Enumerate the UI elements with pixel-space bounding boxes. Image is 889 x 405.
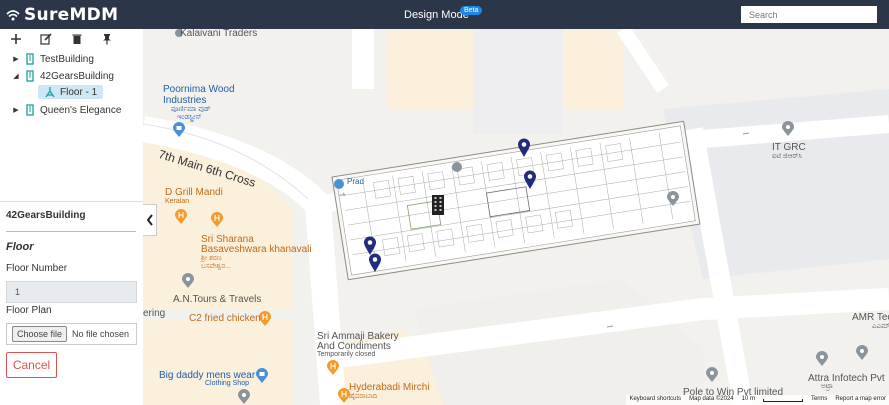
trash-icon [72,34,82,44]
keyboard-shortcuts-link[interactable]: Keyboard shortcuts [629,396,681,404]
shop-poi-icon[interactable] [172,122,186,138]
map-label: ering [143,308,166,319]
floor-number-input[interactable] [6,281,137,303]
map-label: Kalaivani Traders [180,29,258,39]
map-label: ಎಎಮ್‌ಆರ್ [872,323,889,330]
properties-panel: 42GearsBuilding Floor Floor Number Floor… [0,201,143,405]
map-label: Temporarily closed [317,351,376,358]
map-footer: Keyboard shortcuts Map data ©2024 10 m T… [626,395,889,405]
map-label: Hyderabadi Mirchi [349,382,430,393]
map-base [143,29,889,405]
wifi-logo-icon [6,10,20,21]
grey-poi-icon[interactable] [815,351,829,367]
search-input[interactable] [741,6,877,23]
map-label: Poornima Wood [163,84,235,95]
selected-floor[interactable]: Floor - 1 [38,85,104,99]
caret-right-icon[interactable]: ▶ [12,106,20,114]
brand-name: SureMDM [24,5,119,25]
caret-right-icon[interactable]: ▶ [12,55,20,63]
map-label: C2 fried chicken [189,313,261,324]
grey-poi-icon[interactable] [450,161,464,173]
map-label: ಬಸವೇಶ್ವರ... [201,263,231,270]
map-label: ಪೂರ್ಣಿಮಾ ವುಡ್ [171,106,211,113]
restaurant-poi-icon[interactable] [174,209,188,225]
map-label: Basaveshwara khanavali [201,244,312,255]
edit-icon [40,33,52,45]
cancel-button[interactable]: Cancel [6,352,57,378]
edit-button[interactable] [39,32,53,46]
map-label: Industries [163,95,207,106]
file-status: No file chosen [72,329,130,339]
caret-down-icon[interactable]: ◢ [12,72,20,80]
tree-item-label: Floor - 1 [60,86,98,98]
building-icon [26,53,34,65]
map-label: A.N.Tours & Travels [173,294,262,305]
map-label: Keralan [165,198,190,205]
grey-poi-icon[interactable] [855,345,869,361]
grey-poi-icon[interactable] [705,367,719,383]
grey-poi-icon[interactable] [237,389,251,405]
map-view[interactable]: Kalaivani Traders Poornima Wood Industri… [143,29,889,405]
properties-title: 42GearsBuilding [6,210,86,221]
beta-badge: Beta [460,6,483,15]
sidebar: ▶ TestBuilding ◢ 42GearsBuilding Floor -… [0,29,143,405]
building-icon [26,104,34,116]
map-label: IT GRC [772,142,806,153]
map-label: ಹೈದರಾಬಾದಿ [349,393,378,400]
choose-file-button[interactable]: Choose file [12,326,68,342]
grey-poi-icon[interactable] [181,273,195,289]
building-marker-icon[interactable] [431,194,445,216]
shop-poi-icon[interactable] [255,368,269,384]
brand-logo: SureMDM [6,5,118,25]
plus-icon [11,34,21,44]
tree-item-42gearsbuilding[interactable]: ◢ 42GearsBuilding [12,68,114,84]
tree-item-label: Queen's Elegance [40,104,122,116]
map-label: ಅಟ್ರಾ [821,383,833,390]
floor-number-label: Floor Number [6,263,68,274]
grey-poi-icon[interactable] [781,121,795,137]
map-label: AMR Tec [852,312,889,323]
top-bar: SureMDM Design Mode Beta [0,0,889,29]
section-heading: Floor [6,241,34,253]
tree-item-queens-elegance[interactable]: ▶ Queen's Elegance [12,102,121,118]
restaurant-poi-icon[interactable] [326,360,340,376]
tree-toolbar [0,29,143,49]
floor-icon [45,87,55,98]
floor-plan-file-input[interactable]: Choose file No file chosen [6,323,137,345]
building-icon [26,70,34,82]
location-pin-icon[interactable] [523,170,537,190]
tree-item-label: 42GearsBuilding [40,70,114,82]
location-pin-icon[interactable] [517,138,531,158]
add-button[interactable] [9,32,23,46]
terms-link[interactable]: Terms [811,396,827,404]
scale-bar [762,399,803,402]
shop-poi-icon[interactable] [333,178,345,190]
delete-button[interactable] [70,32,84,46]
grey-poi-icon[interactable] [666,191,680,207]
tree-item-testbuilding[interactable]: ▶ TestBuilding [12,51,94,67]
map-label: D Grill Mandi [165,187,223,198]
chevron-left-icon [146,214,153,226]
map-label: ಇಂಡಸ್ಟ್ರೀಸ್ [177,114,202,121]
floor-plan-label: Floor Plan [6,305,52,316]
map-label: Attra Infotech Pvt [808,373,885,384]
tree-item-floor-1[interactable]: Floor - 1 [38,84,104,100]
tree-item-label: TestBuilding [40,53,94,65]
map-label: Prad [347,177,364,186]
location-pin-icon[interactable] [368,253,382,273]
map-label: ಐಟಿ ಜಿಆರ್‌ಸಿ [772,153,803,160]
collapse-panel-button[interactable] [143,204,157,236]
map-label: Clothing Shop [205,380,249,387]
pin-button[interactable] [100,32,114,46]
restaurant-poi-icon[interactable] [210,212,224,228]
report-error-link[interactable]: Report a map error [835,396,886,404]
map-label: ಶ್ರೀ ಶರಣ [201,255,222,262]
divider [6,231,136,232]
pin-icon [103,34,111,45]
scale-text[interactable]: 10 m [742,396,755,404]
map-data-text: Map data ©2024 [689,396,734,402]
